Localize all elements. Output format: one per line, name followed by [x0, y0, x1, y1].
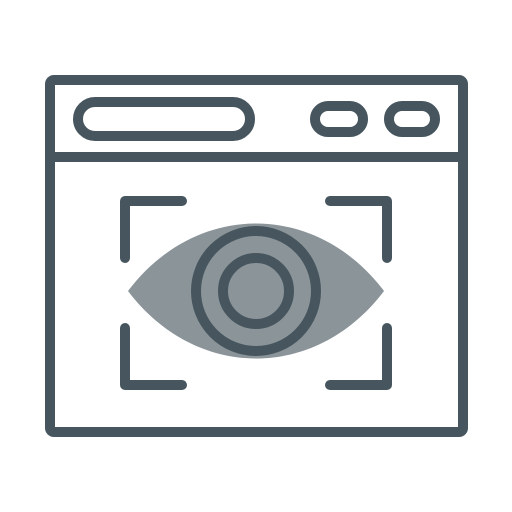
focus-frame-icon — [120, 323, 187, 390]
browser-eye-scan-icon — [45, 75, 468, 437]
window-control-icon — [384, 101, 440, 137]
focus-frame-icon — [325, 323, 392, 390]
eye-icon — [128, 223, 384, 359]
icon-canvas — [0, 0, 512, 512]
address-bar-icon — [73, 97, 255, 141]
window-control-icon — [310, 101, 368, 137]
